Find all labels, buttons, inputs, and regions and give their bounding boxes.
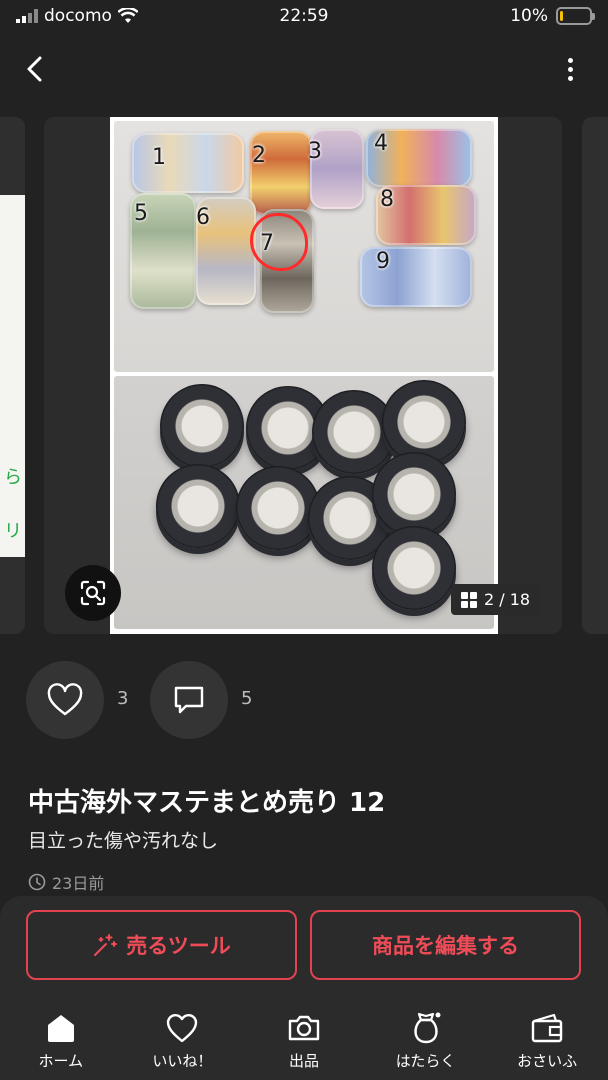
- edit-item-label: 商品を編集する: [372, 934, 519, 958]
- previous-image-peek[interactable]: ら リ: [0, 117, 25, 634]
- photo-top-panel: 1 2 3 4 5 6 7 8 9: [114, 121, 494, 372]
- battery-icon: [556, 7, 595, 25]
- comment-count: 5: [241, 688, 253, 709]
- tape-roll: [382, 380, 466, 464]
- wallet-icon: [531, 1013, 563, 1043]
- battery-fill: [560, 11, 563, 21]
- edit-item-button[interactable]: 商品を編集する: [310, 910, 581, 980]
- comment-button[interactable]: [150, 661, 228, 739]
- tab-sell[interactable]: 出品: [243, 1000, 365, 1080]
- tab-label: いいね！: [152, 1052, 213, 1070]
- tab-likes[interactable]: いいね！: [122, 1000, 244, 1080]
- sell-tool-label: 売るツール: [126, 934, 231, 958]
- tab-home[interactable]: ホーム: [0, 1000, 122, 1080]
- zoom-search-icon: [80, 580, 106, 606]
- tape-roll: [132, 133, 244, 193]
- photo-bottom-panel: [114, 376, 494, 629]
- heart-icon: [47, 683, 83, 716]
- sparkle-wand-icon: [94, 934, 118, 956]
- tab-label: 出品: [288, 1052, 319, 1070]
- heart-icon: [167, 1014, 198, 1043]
- clock-icon: [28, 873, 46, 891]
- home-icon: [47, 1015, 74, 1042]
- image-counter-text: 2 / 18: [484, 590, 531, 609]
- grid-icon: [461, 591, 477, 608]
- tape-number: 8: [380, 187, 394, 212]
- tape-roll: [372, 526, 456, 610]
- tab-label: はたらく: [395, 1052, 456, 1070]
- battery-status: 10%: [510, 6, 595, 26]
- tape-roll: [236, 466, 320, 550]
- tape-number: 3: [308, 139, 322, 164]
- tape-roll: [372, 452, 456, 536]
- tape-roll: [160, 384, 244, 468]
- tape-number: 9: [376, 249, 390, 274]
- money-bag-icon: [414, 1012, 441, 1044]
- tape-number: 6: [196, 205, 210, 230]
- highlight-circle: [250, 213, 308, 271]
- posted-time-text: 23日前: [52, 874, 105, 893]
- battery-percent: 10%: [510, 6, 548, 26]
- back-button[interactable]: [20, 50, 60, 90]
- more-options-button[interactable]: [560, 54, 580, 84]
- tape-number: 1: [152, 145, 166, 170]
- tape-number: 7: [260, 231, 274, 256]
- like-count: 3: [117, 688, 129, 709]
- tape-roll: [156, 464, 240, 548]
- tape-number: 2: [252, 143, 266, 168]
- next-image-peek[interactable]: [582, 117, 608, 634]
- previous-image: ら リ: [0, 195, 25, 557]
- tab-bar: ホーム いいね！ 出品 はたらく おさいふ: [0, 1000, 608, 1080]
- camera-icon: [288, 1015, 320, 1041]
- tape-number: 4: [374, 131, 388, 156]
- product-photo[interactable]: 1 2 3 4 5 6 7 8 9: [110, 117, 498, 634]
- item-condition: 目立った傷や汚れなし: [28, 830, 219, 852]
- image-counter[interactable]: 2 / 18: [451, 584, 541, 615]
- comment-icon: [174, 686, 204, 714]
- tab-label: おさいふ: [517, 1052, 578, 1070]
- tab-label: ホーム: [38, 1052, 84, 1070]
- chevron-left-icon: [27, 56, 42, 82]
- item-title: 中古海外マステまとめ売り 12: [28, 788, 386, 818]
- like-button[interactable]: [26, 661, 104, 739]
- status-bar: docomo 22:59 10%: [0, 0, 608, 34]
- tab-work[interactable]: はたらく: [365, 1000, 487, 1080]
- sell-tool-button[interactable]: 売るツール: [26, 910, 297, 980]
- tape-number: 5: [134, 201, 148, 226]
- tab-wallet[interactable]: おさいふ: [486, 1000, 608, 1080]
- zoom-button[interactable]: [65, 565, 121, 621]
- posted-time: 23日前: [28, 870, 104, 894]
